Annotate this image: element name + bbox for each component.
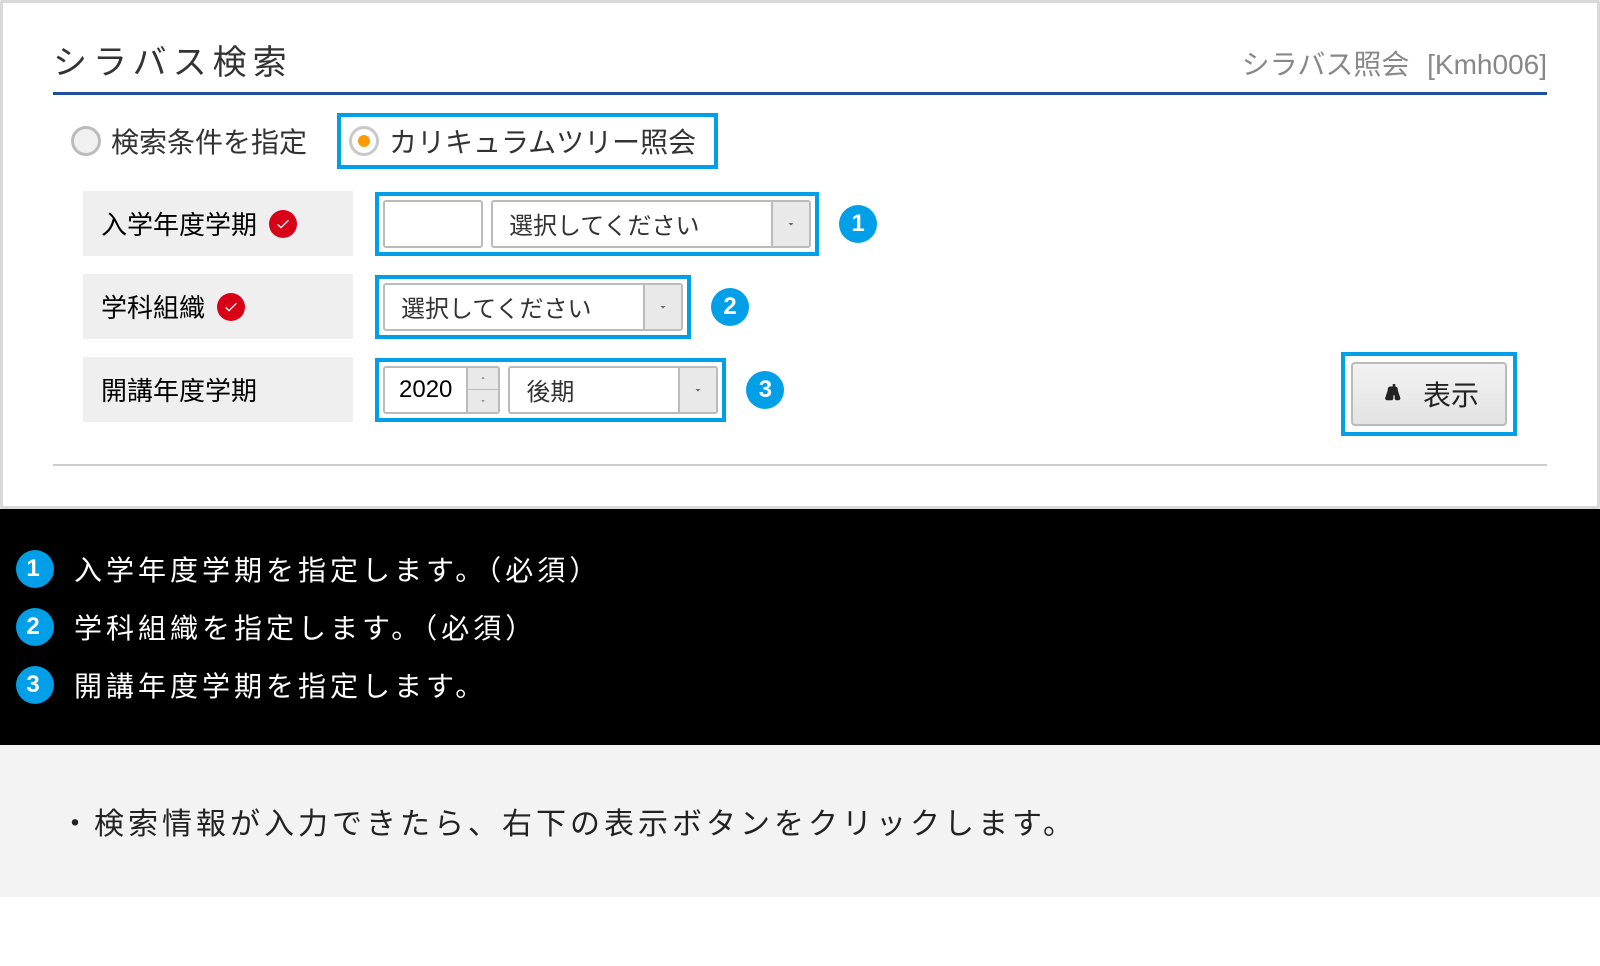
legend-text-2: 学科組織を指定します。（必須） bbox=[74, 607, 537, 647]
chevron-down-icon bbox=[643, 285, 681, 329]
required-icon bbox=[269, 210, 297, 238]
legend-text-1: 入学年度学期を指定します。（必須） bbox=[74, 549, 601, 589]
offering-term-select[interactable]: 後期 bbox=[508, 366, 718, 414]
offering-year-value: 2020 bbox=[385, 368, 466, 412]
label-offering-term-text: 開講年度学期 bbox=[101, 371, 257, 408]
row-admission-term: 入学年度学期 選択してください 1 bbox=[83, 191, 1517, 256]
stepper-up-icon[interactable] bbox=[468, 368, 498, 391]
row-department: 学科組織 選択してください 2 bbox=[83, 274, 1517, 339]
label-admission-term-text: 入学年度学期 bbox=[101, 205, 257, 242]
offering-term-select-value: 後期 bbox=[510, 372, 678, 407]
page-meta-code: [Kmh006] bbox=[1427, 49, 1547, 80]
search-mode-tabs: 検索条件を指定 カリキュラムツリー照会 bbox=[53, 95, 1547, 191]
callout-badge-3: 3 bbox=[746, 371, 784, 409]
admission-term-select-value: 選択してください bbox=[493, 206, 771, 241]
stepper-down-icon[interactable] bbox=[468, 390, 498, 412]
legend-row-1: 1 入学年度学期を指定します。（必須） bbox=[16, 549, 1584, 589]
admission-term-select[interactable]: 選択してください bbox=[491, 200, 811, 248]
legend-badge-2: 2 bbox=[16, 608, 54, 646]
callout-badge-2: 2 bbox=[711, 288, 749, 326]
label-admission-term: 入学年度学期 bbox=[83, 191, 353, 256]
ctrl-admission-term: 選択してください 1 bbox=[375, 192, 877, 256]
legend-badge-3: 3 bbox=[16, 666, 54, 704]
search-form: 入学年度学期 選択してください 1 学科組織 bbox=[53, 191, 1547, 466]
page-meta: シラバス照会 [Kmh006] bbox=[1242, 43, 1547, 83]
page-title: シラバス検索 bbox=[53, 35, 293, 84]
binoculars-icon bbox=[1379, 379, 1409, 409]
display-button-label: 表示 bbox=[1423, 374, 1479, 414]
department-select-value: 選択してください bbox=[385, 289, 643, 324]
offering-year-stepper[interactable]: 2020 bbox=[383, 366, 500, 414]
tab-curriculum-tree[interactable]: カリキュラムツリー照会 bbox=[337, 113, 718, 169]
department-select[interactable]: 選択してください bbox=[383, 283, 683, 331]
callout-badge-1: 1 bbox=[839, 205, 877, 243]
radio-on-icon bbox=[349, 126, 379, 156]
display-button[interactable]: 表示 bbox=[1351, 362, 1507, 426]
tab-search-condition[interactable]: 検索条件を指定 bbox=[71, 121, 307, 161]
page-meta-label: シラバス照会 bbox=[1242, 49, 1410, 80]
label-department: 学科組織 bbox=[83, 274, 353, 339]
footer-note: ・検索情報が入力できたら、右下の表示ボタンをクリックします。 bbox=[0, 745, 1600, 897]
legend-row-3: 3 開講年度学期を指定します。 bbox=[16, 665, 1584, 705]
legend-badge-1: 1 bbox=[16, 550, 54, 588]
required-icon bbox=[217, 293, 245, 321]
page-header: シラバス検索 シラバス照会 [Kmh006] bbox=[53, 23, 1547, 95]
ctrl-offering-term: 2020 後期 3 bbox=[375, 358, 784, 422]
tab-curriculum-tree-label: カリキュラムツリー照会 bbox=[389, 121, 696, 161]
legend-text-3: 開講年度学期を指定します。 bbox=[74, 665, 487, 705]
tab-search-condition-label: 検索条件を指定 bbox=[111, 121, 307, 161]
syllabus-search-panel: シラバス検索 シラバス照会 [Kmh006] 検索条件を指定 カリキュラムツリー… bbox=[0, 0, 1600, 509]
radio-off-icon bbox=[71, 126, 101, 156]
label-offering-term: 開講年度学期 bbox=[83, 357, 353, 422]
admission-year-input[interactable] bbox=[383, 200, 483, 248]
ctrl-department: 選択してください 2 bbox=[375, 275, 749, 339]
chevron-down-icon bbox=[678, 368, 716, 412]
legend-block: 1 入学年度学期を指定します。（必須） 2 学科組織を指定します。（必須） 3 … bbox=[0, 509, 1600, 745]
chevron-down-icon bbox=[771, 202, 809, 246]
legend-row-2: 2 学科組織を指定します。（必須） bbox=[16, 607, 1584, 647]
label-department-text: 学科組織 bbox=[101, 288, 205, 325]
